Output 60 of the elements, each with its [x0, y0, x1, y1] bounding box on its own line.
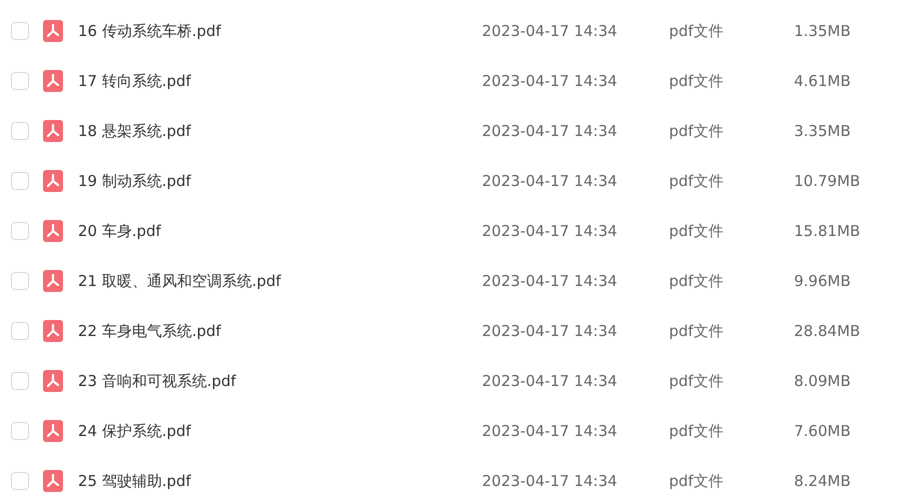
checkbox[interactable]: [11, 422, 29, 440]
file-name[interactable]: 17 转向系统.pdf: [78, 70, 482, 92]
modified-time: 2023-04-17 14:34: [482, 420, 618, 442]
file-type: pdf文件: [669, 320, 724, 342]
file-size: 3.35MB: [794, 120, 851, 142]
modified-time: 2023-04-17 14:34: [482, 70, 618, 92]
pdf-file-icon: [43, 420, 63, 442]
file-size: 9.96MB: [794, 270, 851, 292]
checkbox[interactable]: [11, 122, 29, 140]
file-name[interactable]: 24 保护系统.pdf: [78, 420, 482, 442]
modified-time: 2023-04-17 14:34: [482, 370, 618, 392]
file-name[interactable]: 22 车身电气系统.pdf: [78, 320, 482, 342]
file-type: pdf文件: [669, 220, 724, 242]
file-type: pdf文件: [669, 270, 724, 292]
file-size: 8.24MB: [794, 470, 851, 492]
file-size: 15.81MB: [794, 220, 860, 242]
file-name[interactable]: 25 驾驶辅助.pdf: [78, 470, 482, 492]
modified-time: 2023-04-17 14:34: [482, 470, 618, 492]
file-size: 8.09MB: [794, 370, 851, 392]
file-type: pdf文件: [669, 120, 724, 142]
modified-time: 2023-04-17 14:34: [482, 270, 618, 292]
pdf-file-icon: [43, 20, 63, 42]
pdf-file-icon: [43, 320, 63, 342]
pdf-file-icon: [43, 270, 63, 292]
modified-time: 2023-04-17 14:34: [482, 120, 618, 142]
file-type: pdf文件: [669, 70, 724, 92]
file-size: 7.60MB: [794, 420, 851, 442]
checkbox[interactable]: [11, 272, 29, 290]
file-size: 1.35MB: [794, 20, 851, 42]
file-type: pdf文件: [669, 370, 724, 392]
file-name[interactable]: 18 悬架系统.pdf: [78, 120, 482, 142]
file-size: 4.61MB: [794, 70, 851, 92]
pdf-file-icon: [43, 220, 63, 242]
pdf-file-icon: [43, 170, 63, 192]
checkbox[interactable]: [11, 22, 29, 40]
checkbox[interactable]: [11, 372, 29, 390]
modified-time: 2023-04-17 14:34: [482, 320, 618, 342]
pdf-file-icon: [43, 370, 63, 392]
checkbox[interactable]: [11, 172, 29, 190]
pdf-file-icon: [43, 70, 63, 92]
modified-time: 2023-04-17 14:34: [482, 220, 618, 242]
modified-time: 2023-04-17 14:34: [482, 20, 618, 42]
file-name[interactable]: 23 音响和可视系统.pdf: [78, 370, 482, 392]
file-size: 10.79MB: [794, 170, 860, 192]
file-name[interactable]: 20 车身.pdf: [78, 220, 482, 242]
file-name[interactable]: 21 取暖、通风和空调系统.pdf: [78, 270, 482, 292]
file-type: pdf文件: [669, 470, 724, 492]
checkbox[interactable]: [11, 222, 29, 240]
checkbox[interactable]: [11, 472, 29, 490]
file-type: pdf文件: [669, 420, 724, 442]
file-size: 28.84MB: [794, 320, 860, 342]
file-type: pdf文件: [669, 170, 724, 192]
checkbox[interactable]: [11, 72, 29, 90]
pdf-file-icon: [43, 470, 63, 492]
pdf-file-icon: [43, 120, 63, 142]
file-name[interactable]: 16 传动系统车桥.pdf: [78, 20, 482, 42]
file-name[interactable]: 19 制动系统.pdf: [78, 170, 482, 192]
file-type: pdf文件: [669, 20, 724, 42]
checkbox[interactable]: [11, 322, 29, 340]
modified-time: 2023-04-17 14:34: [482, 170, 618, 192]
